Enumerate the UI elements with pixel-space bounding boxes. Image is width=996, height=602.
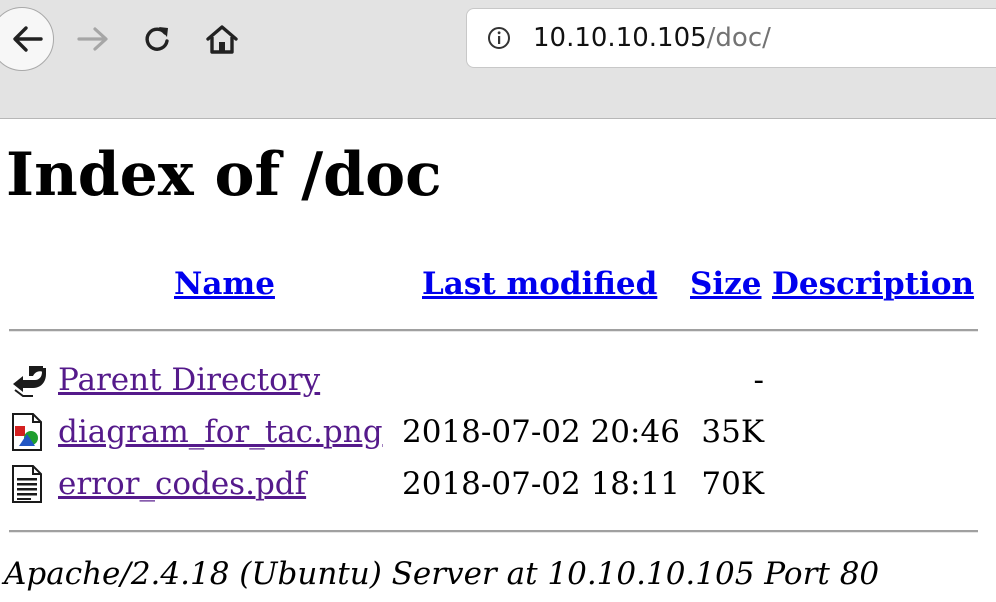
page-title: Index of /doc [6,140,442,210]
last-modified-cell: 2018-07-02 20:46 [402,414,680,450]
image-file-icon [12,413,42,451]
size-cell: 35K [701,414,764,450]
url-host: 10.10.10.105 [533,23,707,53]
home-button[interactable] [202,20,242,58]
browser-toolbar: 10.10.10.105/doc/ [0,0,996,119]
url-text[interactable]: 10.10.10.105/doc/ [533,22,771,54]
last-modified-cell: 2018-07-02 18:11 [402,466,680,502]
sort-by-description-link[interactable]: Description [772,264,974,304]
file-link-diagram[interactable]: diagram_for_tac.png [58,412,383,452]
sort-by-size-link[interactable]: Size [690,264,762,304]
size-cell: 70K [701,466,764,502]
text-file-icon [12,465,42,503]
info-icon[interactable] [487,26,511,50]
table-row: Parent Directory - [0,358,996,404]
parent-directory-link[interactable]: Parent Directory [58,360,320,400]
url-bar[interactable]: 10.10.10.105/doc/ [466,8,996,68]
url-path: /doc/ [706,23,771,53]
arrow-right-icon [77,27,108,51]
arrow-left-icon [13,26,43,52]
file-link-error-codes[interactable]: error_codes.pdf [58,464,306,504]
sort-by-name-link[interactable]: Name [174,264,275,304]
size-cell: - [753,362,764,398]
forward-button[interactable] [74,22,112,56]
reload-icon [145,27,169,51]
reload-button[interactable] [138,22,176,56]
home-icon [206,25,238,54]
header-divider [9,329,978,332]
sort-by-last-modified-link[interactable]: Last modified [422,264,657,304]
table-row: error_codes.pdf 2018-07-02 18:11 70K [0,462,996,508]
table-row: diagram_for_tac.png 2018-07-02 20:46 35K [0,410,996,456]
footer-divider [9,530,978,533]
server-signature: Apache/2.4.18 (Ubuntu) Server at 10.10.1… [4,556,880,592]
back-folder-icon [13,366,46,397]
back-button[interactable] [0,7,54,71]
